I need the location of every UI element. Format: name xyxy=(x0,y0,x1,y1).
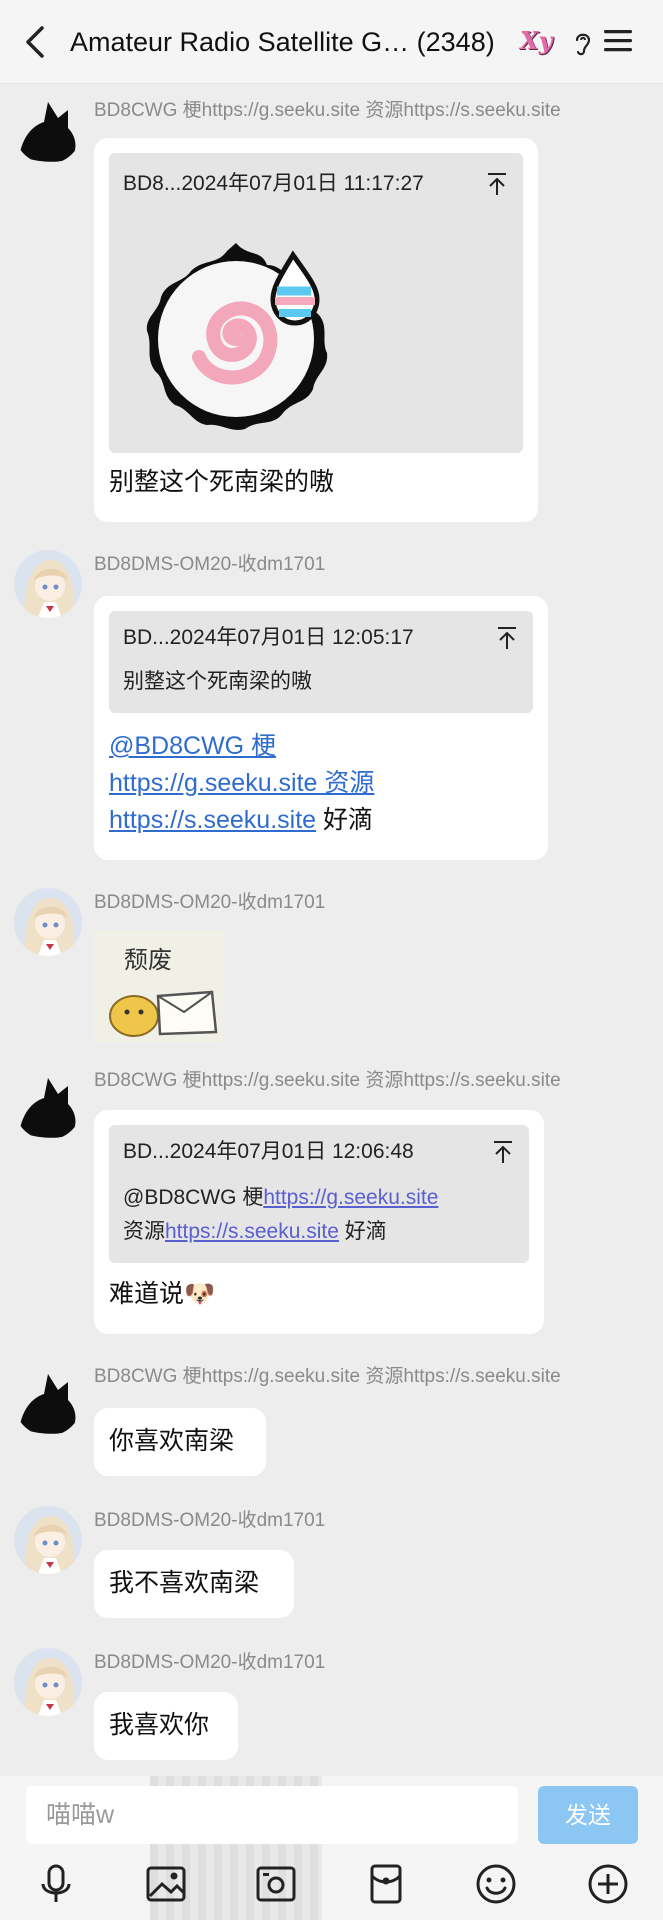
message-bubble[interactable]: BD8...2024年07月01日 11:17:27 别整这个死南梁的嗷 xyxy=(94,138,538,522)
chevron-left-icon[interactable] xyxy=(18,20,54,64)
chat-header: Amateur Radio Satellite G… (2348) Xy xyxy=(0,0,663,84)
sender-name[interactable]: BD8CWG 梗https://g.seeku.site 资源https://s… xyxy=(94,1364,561,1390)
shiba-emoji-icon: 🐶 xyxy=(184,1280,216,1308)
message-bubble[interactable]: BD...2024年07月01日 12:05:17 别整这个死南梁的嗷 @BD8… xyxy=(94,596,548,860)
quote-header: BD8...2024年07月01日 11:17:27 xyxy=(123,172,424,195)
quote-text: 资源 xyxy=(123,1220,165,1243)
sender-name[interactable]: BD8DMS-OM20-收dm1701 xyxy=(94,1508,325,1534)
message-text: 好滴 xyxy=(323,806,374,834)
ear-icon[interactable] xyxy=(572,28,594,58)
message-input[interactable]: 喵喵w xyxy=(26,1786,518,1844)
quote-header: BD...2024年07月01日 12:05:17 xyxy=(123,626,414,649)
jump-to-top-icon[interactable] xyxy=(492,1139,514,1165)
camera-icon[interactable] xyxy=(254,1862,298,1906)
message-text: 我不喜欢南梁 xyxy=(109,1569,260,1597)
sender-name[interactable]: BD8CWG 梗https://g.seeku.site 资源https://s… xyxy=(94,1068,561,1094)
sender-name[interactable]: BD8DMS-OM20-收dm1701 xyxy=(94,890,325,916)
send-button[interactable]: 发送 xyxy=(538,1786,638,1844)
narutomaki-sticker xyxy=(133,235,339,441)
group-badge: Xy xyxy=(520,26,553,55)
quoted-message[interactable]: BD8...2024年07月01日 11:17:27 xyxy=(109,153,523,453)
black-cat-avatar[interactable] xyxy=(14,96,82,164)
message-bubble[interactable]: 我不喜欢南梁 xyxy=(94,1550,294,1618)
message-text: 别整这个死南梁的嗷 xyxy=(109,468,335,496)
mention-link[interactable]: @BD8CWG 梗 xyxy=(109,728,374,765)
microphone-icon[interactable] xyxy=(34,1862,78,1906)
sender-name[interactable]: BD8DMS-OM20-收dm1701 xyxy=(94,552,325,578)
sender-name[interactable]: BD8CWG 梗https://g.seeku.site 资源https://s… xyxy=(94,98,561,124)
quote-text: 别整这个死南梁的嗷 xyxy=(123,670,312,693)
chat-title[interactable]: Amateur Radio Satellite G… (2348) xyxy=(70,22,518,62)
quoted-message[interactable]: BD...2024年07月01日 12:06:48 @BD8CWG 梗https… xyxy=(109,1125,529,1263)
url-link[interactable]: https://s.seeku.site xyxy=(109,806,316,834)
jump-to-top-icon[interactable] xyxy=(486,171,508,197)
sender-name[interactable]: BD8DMS-OM20-收dm1701 xyxy=(94,1650,325,1676)
quote-header: BD...2024年07月01日 12:06:48 xyxy=(123,1140,414,1163)
quoted-message[interactable]: BD...2024年07月01日 12:05:17 别整这个死南梁的嗷 xyxy=(109,611,533,713)
quote-text: 好滴 xyxy=(344,1220,387,1243)
quote-text: @BD8CWG 梗 xyxy=(123,1186,264,1209)
anime-girl-avatar[interactable] xyxy=(14,888,82,956)
message-bubble[interactable]: 我喜欢你 xyxy=(94,1692,238,1760)
sticker-image[interactable]: 颓废 xyxy=(94,930,224,1042)
anime-girl-avatar[interactable] xyxy=(14,1648,82,1716)
message-text: 难道说 xyxy=(109,1280,185,1308)
message-text: 你喜欢南梁 xyxy=(109,1427,235,1455)
message-text: 我喜欢你 xyxy=(109,1711,210,1739)
plus-icon[interactable] xyxy=(586,1862,630,1906)
url-link[interactable]: https://g.seeku.site xyxy=(263,1186,438,1209)
message-bubble[interactable]: 你喜欢南梁 xyxy=(94,1408,266,1476)
hamburger-menu-icon[interactable] xyxy=(602,24,634,58)
black-cat-avatar[interactable] xyxy=(14,1072,82,1140)
black-cat-avatar[interactable] xyxy=(14,1368,82,1436)
url-link[interactable]: https://g.seeku.site 资源 xyxy=(109,765,374,802)
anime-girl-avatar[interactable] xyxy=(14,1506,82,1574)
emoji-icon[interactable] xyxy=(474,1862,518,1906)
jump-to-top-icon[interactable] xyxy=(496,625,518,651)
red-packet-icon[interactable] xyxy=(364,1862,408,1906)
url-link[interactable]: https://s.seeku.site xyxy=(165,1220,339,1243)
image-icon[interactable] xyxy=(144,1862,188,1906)
anime-girl-avatar[interactable] xyxy=(14,550,82,618)
message-bubble[interactable]: BD...2024年07月01日 12:06:48 @BD8CWG 梗https… xyxy=(94,1110,544,1334)
